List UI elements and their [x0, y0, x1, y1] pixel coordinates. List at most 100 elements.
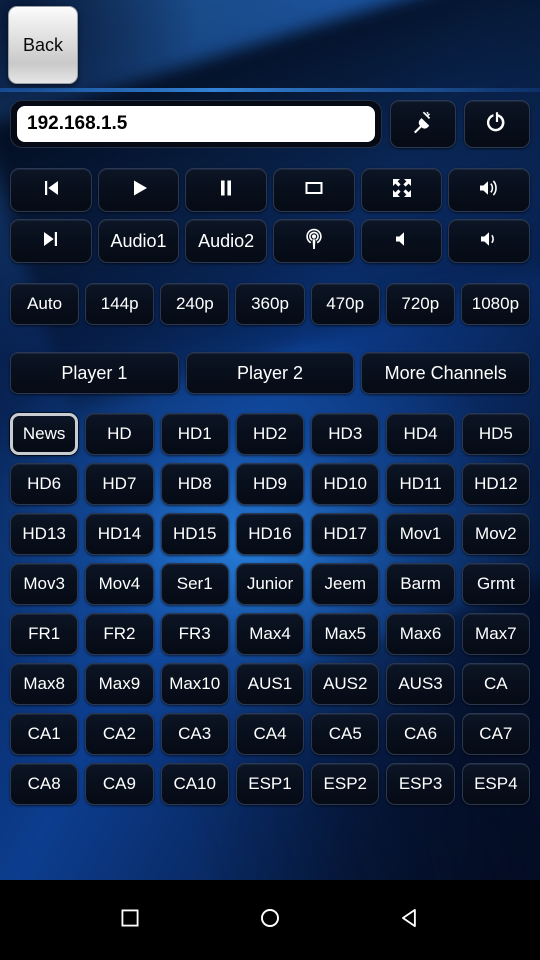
channel-button-hd3[interactable]: HD3: [311, 413, 380, 455]
channel-button-max7[interactable]: Max7: [461, 613, 530, 655]
quality-button-720p[interactable]: 720p: [385, 283, 455, 325]
ip-address-input[interactable]: [17, 106, 375, 142]
channel-button-hd5[interactable]: HD5: [461, 413, 530, 455]
channel-button-max4[interactable]: Max4: [235, 613, 305, 655]
channel-button-label: ESP2: [323, 774, 368, 793]
channel-button-mov4[interactable]: Mov4: [85, 563, 154, 605]
mute-button[interactable]: [360, 219, 443, 263]
channel-button-fr3[interactable]: FR3: [160, 613, 229, 655]
channel-button-junior[interactable]: Junior: [235, 563, 305, 605]
previous-button[interactable]: [10, 168, 92, 212]
channel-button-max8[interactable]: Max8: [10, 663, 79, 705]
channel-button-label: Max8: [23, 674, 65, 693]
broadcast-button[interactable]: [273, 219, 355, 263]
channel-button-aus2[interactable]: AUS2: [311, 663, 380, 705]
channel-button-hd14[interactable]: HD14: [85, 513, 154, 555]
quality-button-240p[interactable]: 240p: [160, 283, 230, 325]
player-button-more-channels[interactable]: More Channels: [361, 352, 531, 394]
channel-button-news[interactable]: News: [10, 413, 79, 455]
channel-button-ca6[interactable]: CA6: [386, 713, 455, 755]
channel-button-mov2[interactable]: Mov2: [461, 513, 530, 555]
channel-button-label: HD4: [403, 424, 438, 443]
quality-button-1080p[interactable]: 1080p: [460, 283, 530, 325]
channel-button-ca8[interactable]: CA8: [10, 763, 79, 805]
channel-button-ca3[interactable]: CA3: [160, 713, 229, 755]
channel-button-ca[interactable]: CA: [461, 663, 530, 705]
home-button[interactable]: [240, 890, 300, 950]
channel-button-hd12[interactable]: HD12: [461, 463, 530, 505]
play-button[interactable]: [97, 168, 180, 212]
volume-down-button[interactable]: [448, 219, 531, 263]
channel-button-hd10[interactable]: HD10: [311, 463, 380, 505]
channel-button-hd2[interactable]: HD2: [235, 413, 305, 455]
channel-button-hd15[interactable]: HD15: [160, 513, 229, 555]
channel-button-max10[interactable]: Max10: [160, 663, 229, 705]
quality-button-auto[interactable]: Auto: [10, 283, 80, 325]
channel-button-ca9[interactable]: CA9: [85, 763, 154, 805]
channel-button-label: Mov1: [399, 524, 442, 543]
channel-button-ca10[interactable]: CA10: [160, 763, 229, 805]
quality-button-label: 720p: [401, 294, 440, 313]
quality-button-360p[interactable]: 360p: [235, 283, 305, 325]
channel-button-max6[interactable]: Max6: [386, 613, 455, 655]
channel-button-hd13[interactable]: HD13: [10, 513, 79, 555]
channel-button-hd1[interactable]: HD1: [160, 413, 229, 455]
channel-button-fr2[interactable]: FR2: [85, 613, 154, 655]
player-button-player-1[interactable]: Player 1: [10, 352, 179, 394]
channel-button-grmt[interactable]: Grmt: [461, 563, 530, 605]
nav-back-button[interactable]: [380, 890, 440, 950]
channel-button-label: Max6: [399, 624, 442, 643]
quality-button-144p[interactable]: 144p: [85, 283, 155, 325]
channel-button-mov1[interactable]: Mov1: [386, 513, 455, 555]
channel-button-ca7[interactable]: CA7: [461, 713, 530, 755]
channel-button-label: Max9: [98, 674, 141, 693]
recents-square-icon: [117, 905, 143, 936]
channel-button-aus1[interactable]: AUS1: [235, 663, 305, 705]
fullscreen-button[interactable]: [360, 168, 443, 212]
channel-button-hd7[interactable]: HD7: [85, 463, 154, 505]
channel-button-hd[interactable]: HD: [85, 413, 154, 455]
channel-button-ser1[interactable]: Ser1: [160, 563, 229, 605]
power-button[interactable]: [464, 100, 530, 148]
channel-button-ca4[interactable]: CA4: [235, 713, 305, 755]
channel-button-esp3[interactable]: ESP3: [386, 763, 455, 805]
channel-button-fr1[interactable]: FR1: [10, 613, 79, 655]
channel-button-max9[interactable]: Max9: [85, 663, 154, 705]
channel-button-hd9[interactable]: HD9: [235, 463, 305, 505]
channel-button-mov3[interactable]: Mov3: [10, 563, 79, 605]
channel-button-hd16[interactable]: HD16: [235, 513, 305, 555]
audio2-button[interactable]: Audio2: [185, 219, 268, 263]
next-icon: [39, 227, 63, 256]
channel-button-ca5[interactable]: CA5: [311, 713, 380, 755]
channel-button-hd8[interactable]: HD8: [160, 463, 229, 505]
pause-icon: [214, 176, 238, 205]
next-button[interactable]: [10, 219, 92, 263]
channel-button-hd6[interactable]: HD6: [10, 463, 79, 505]
channel-button-hd11[interactable]: HD11: [386, 463, 455, 505]
quality-button-470p[interactable]: 470p: [310, 283, 380, 325]
recents-button[interactable]: [100, 890, 160, 950]
channel-button-barm[interactable]: Barm: [386, 563, 455, 605]
volume-high-icon: [477, 176, 501, 205]
back-button[interactable]: Back: [8, 6, 78, 84]
player-button-label: Player 1: [61, 362, 128, 383]
audio1-button[interactable]: Audio1: [97, 219, 180, 263]
aspect-ratio-button[interactable]: [273, 168, 355, 212]
volume-up-button[interactable]: [448, 168, 531, 212]
channel-button-max5[interactable]: Max5: [311, 613, 380, 655]
channel-button-jeem[interactable]: Jeem: [311, 563, 380, 605]
player-button-player-2[interactable]: Player 2: [185, 352, 355, 394]
channel-button-ca1[interactable]: CA1: [10, 713, 79, 755]
home-circle-icon: [257, 905, 283, 936]
channel-button-esp2[interactable]: ESP2: [311, 763, 380, 805]
quality-button-label: 360p: [251, 294, 289, 313]
connect-button[interactable]: [390, 100, 456, 148]
pause-button[interactable]: [185, 168, 268, 212]
channel-button-aus3[interactable]: AUS3: [386, 663, 455, 705]
channel-button-esp4[interactable]: ESP4: [461, 763, 530, 805]
channel-button-hd4[interactable]: HD4: [386, 413, 455, 455]
channel-button-ca2[interactable]: CA2: [85, 713, 154, 755]
channel-button-esp1[interactable]: ESP1: [235, 763, 305, 805]
channel-button-hd17[interactable]: HD17: [311, 513, 380, 555]
quality-button-label: 1080p: [471, 294, 520, 313]
